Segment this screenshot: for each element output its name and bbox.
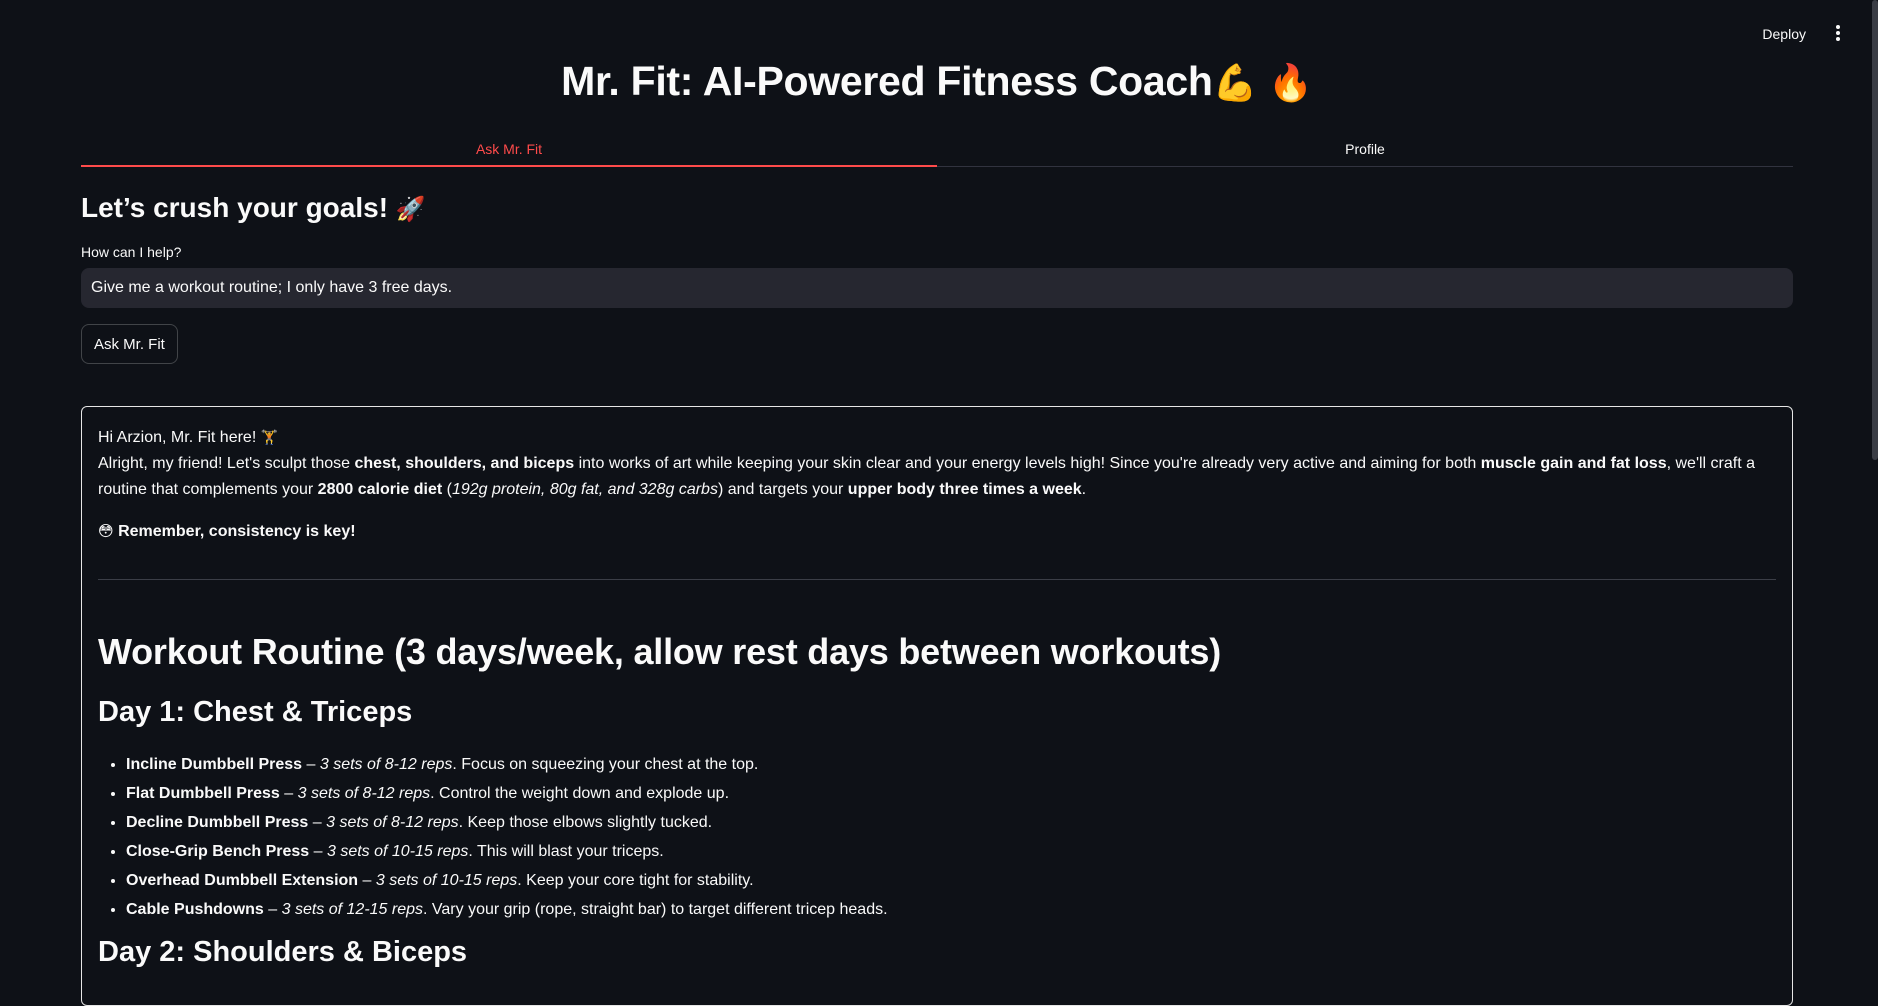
rocket-icon: 🚀	[395, 195, 426, 223]
section-heading: Let’s crush your goals! 🚀	[81, 188, 426, 229]
exercise-note: . Vary your grip (rope, straight bar) to…	[423, 901, 888, 918]
page-title: Mr. Fit: AI-Powered Fitness Coach💪 🔥	[81, 52, 1793, 113]
exercise-name: Close-Grip Bench Press	[126, 843, 310, 860]
exercise-name: Cable Pushdowns	[126, 901, 264, 918]
intro-bold-1: chest, shoulders, and biceps	[354, 455, 575, 472]
reminder-text: Remember, consistency is key!	[118, 523, 356, 540]
intro-bold-2: muscle gain and fat loss	[1480, 455, 1667, 472]
intro-text-1: Alright, my friend! Let's sculpt those	[98, 455, 355, 472]
routine-title: Workout Routine (3 days/week, allow rest…	[98, 631, 1221, 672]
exercise-name: Flat Dumbbell Press	[126, 785, 280, 802]
reminder-line: 😳 Remember, consistency is key!	[98, 518, 1776, 545]
exercise-note: . This will blast your triceps.	[468, 843, 664, 860]
tab-profile[interactable]: Profile	[937, 132, 1793, 166]
kebab-menu-icon[interactable]	[1828, 22, 1848, 44]
exercise-separator: –	[308, 814, 327, 831]
intro-text-2: into works of art while keeping your ski…	[574, 455, 1481, 472]
greeting-text: Hi Arzion, Mr. Fit here!	[98, 429, 257, 446]
exercise-separator: –	[358, 872, 376, 889]
ask-mr-fit-button[interactable]: Ask Mr. Fit	[81, 324, 178, 364]
exercise-note: . Keep your core tight for stability.	[517, 872, 754, 889]
exercise-sets: 3 sets of 10-15 reps	[326, 843, 469, 860]
intro-italic-1: 192g protein, 80g fat, and 328g carbs	[451, 481, 718, 498]
exercise-note: . Keep those elbows slightly tucked.	[458, 814, 713, 831]
divider	[98, 579, 1776, 580]
exercise-separator: –	[309, 843, 327, 860]
exercise-item: Incline Dumbbell Press – 3 sets of 8-12 …	[126, 750, 1776, 779]
deploy-button[interactable]: Deploy	[1754, 22, 1814, 46]
response-card: Hi Arzion, Mr. Fit here! 🏋 Alright, my f…	[81, 406, 1793, 1006]
top-bar: Deploy	[0, 0, 1878, 60]
exercise-item: Flat Dumbbell Press – 3 sets of 8-12 rep…	[126, 779, 1776, 808]
section-heading-text: Let’s crush your goals!	[81, 192, 389, 223]
scrollbar[interactable]	[1872, 0, 1878, 951]
day2-title: Day 2: Shoulders & Biceps	[98, 936, 468, 968]
intro-text-5: ) and targets your	[717, 481, 848, 498]
exercise-name: Incline Dumbbell Press	[126, 756, 303, 773]
tab-bar: Ask Mr. Fit Profile	[81, 132, 1793, 167]
scrollbar-thumb[interactable]	[1872, 0, 1878, 460]
exercise-sets: 3 sets of 12-15 reps	[281, 901, 424, 918]
intro-bold-4: upper body three times a week	[847, 481, 1082, 498]
exercise-sets: 3 sets of 8-12 reps	[326, 814, 459, 831]
weightlifter-icon: 🏋	[260, 430, 279, 446]
flexed-biceps-icon: 💪	[1212, 63, 1258, 104]
exercise-separator: –	[279, 785, 298, 802]
greeting-line: Hi Arzion, Mr. Fit here! 🏋	[98, 425, 1776, 451]
exercise-separator: –	[263, 901, 282, 918]
exercise-item: Decline Dumbbell Press – 3 sets of 8-12 …	[126, 808, 1776, 837]
exercise-separator: –	[302, 756, 320, 773]
intro-text-6: .	[1081, 481, 1087, 498]
exercise-name: Overhead Dumbbell Extension	[126, 872, 359, 889]
page-title-text: Mr. Fit: AI-Powered Fitness Coach	[561, 58, 1213, 104]
exercise-name: Decline Dumbbell Press	[126, 814, 309, 831]
day1-exercise-list: Incline Dumbbell Press – 3 sets of 8-12 …	[98, 750, 1776, 924]
day1-title: Day 1: Chest & Triceps	[98, 696, 413, 728]
question-input[interactable]	[81, 268, 1793, 308]
exercise-sets: 3 sets of 8-12 reps	[297, 785, 431, 802]
exercise-item: Cable Pushdowns – 3 sets of 12-15 reps. …	[126, 895, 1776, 924]
exercise-note: . Focus on squeezing your chest at the t…	[452, 756, 759, 773]
tab-ask-mr-fit[interactable]: Ask Mr. Fit	[81, 132, 937, 167]
question-label: How can I help?	[81, 244, 182, 260]
exercise-sets: 3 sets of 10-15 reps	[375, 872, 518, 889]
intro-paragraph: Alright, my friend! Let's sculpt those c…	[98, 451, 1776, 503]
flushed-face-icon: 😳	[98, 522, 114, 540]
intro-text-4: (	[442, 481, 452, 498]
fire-icon: 🔥	[1268, 63, 1313, 104]
intro-bold-3: 2800 calorie diet	[317, 481, 443, 498]
exercise-item: Close-Grip Bench Press – 3 sets of 10-15…	[126, 837, 1776, 866]
exercise-note: . Control the weight down and explode up…	[430, 785, 730, 802]
exercise-item: Overhead Dumbbell Extension – 3 sets of …	[126, 866, 1776, 895]
exercise-sets: 3 sets of 8-12 reps	[319, 756, 453, 773]
